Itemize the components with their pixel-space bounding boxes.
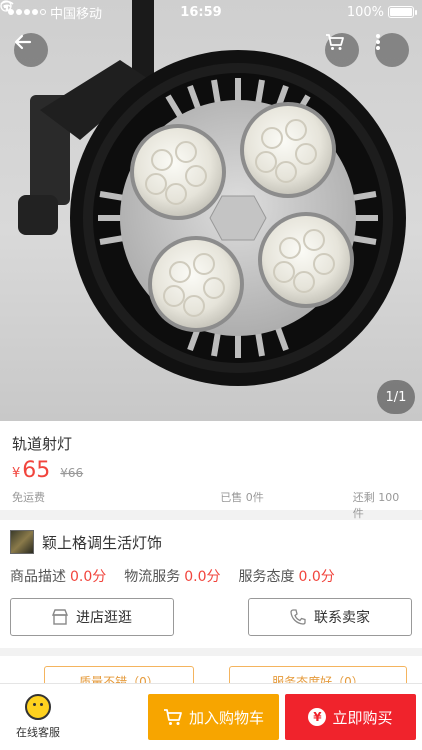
more-button[interactable]: [375, 33, 409, 67]
current-price: ¥65: [12, 458, 50, 483]
shop-section: 颖上格调生活灯饰 商品描述 0.0分 物流服务 0.0分 服务态度 0.0分 进店逛逛…: [0, 520, 422, 648]
product-title: 轨道射灯: [12, 435, 73, 453]
cart-icon: [326, 34, 344, 50]
buy-now-button[interactable]: ¥ 立即购买: [285, 694, 416, 740]
product-meta: 免运费 已售 0件 还剩 100件: [12, 489, 410, 521]
buy-now-label: 立即购买: [332, 708, 393, 727]
product-image[interactable]: 中国移动 16:59 100% 1/1: [0, 0, 422, 421]
price-value: 65: [22, 458, 51, 483]
back-button[interactable]: [14, 33, 48, 67]
status-bar: 中国移动 16:59 100%: [0, 0, 422, 24]
shop-scores: 商品描述 0.0分 物流服务 0.0分 服务态度 0.0分: [10, 566, 412, 586]
contact-seller-label: 联系卖家: [314, 610, 370, 626]
shipping-label: 免运费: [12, 491, 45, 504]
contact-seller-button[interactable]: 联系卖家: [248, 598, 412, 636]
original-price: ¥66: [60, 466, 84, 480]
score-value: 0.0分: [184, 569, 221, 585]
score-service: 服务态度 0.0分: [239, 566, 335, 586]
shop-name: 颖上格调生活灯饰: [42, 533, 163, 552]
shop-buttons: 进店逛逛 联系卖家: [10, 598, 412, 636]
bottom-action-bar: 在线客服 加入购物车 ¥ 立即购买: [0, 683, 422, 750]
phone-icon: [290, 609, 306, 625]
add-to-cart-label: 加入购物车: [188, 708, 264, 727]
battery-icon: [388, 6, 417, 18]
shop-header[interactable]: 颖上格调生活灯饰: [10, 530, 412, 554]
score-description: 商品描述 0.0分: [10, 566, 106, 586]
stock-count: 还剩 100件: [352, 491, 400, 520]
yen-icon: ¥: [308, 708, 327, 726]
shop-avatar: [10, 530, 34, 554]
more-vertical-icon: [376, 34, 380, 50]
cart-icon: [163, 709, 182, 725]
carrier-label: 中国移动: [50, 6, 103, 22]
visit-shop-button[interactable]: 进店逛逛: [10, 598, 174, 636]
customer-service-button[interactable]: 在线客服: [8, 694, 68, 740]
product-info: 轨道射灯 ¥65 ¥66 免运费 已售 0件 还剩 100件: [0, 421, 422, 520]
score-value: 0.0分: [70, 569, 107, 585]
visit-shop-label: 进店逛逛: [76, 610, 132, 626]
add-to-cart-button[interactable]: 加入购物车: [148, 694, 279, 740]
store-icon: [52, 609, 68, 625]
currency-symbol: ¥: [12, 466, 21, 481]
score-logistics: 物流服务 0.0分: [124, 566, 220, 586]
clock: 16:59: [180, 4, 222, 20]
score-label: 服务态度: [238, 569, 295, 585]
score-label: 商品描述: [10, 569, 66, 585]
back-arrow-icon: [14, 34, 32, 50]
battery-percent: 100%: [346, 4, 384, 20]
score-value: 0.0分: [298, 569, 335, 585]
customer-service-label: 在线客服: [16, 726, 60, 739]
track-spotlight-illustration: [18, 0, 406, 386]
score-label: 物流服务: [124, 569, 181, 585]
sold-count: 已售 0件: [220, 491, 264, 504]
customer-service-icon: [25, 694, 51, 720]
image-pager: 1/1: [377, 380, 415, 414]
price-row: ¥65 ¥66: [12, 458, 410, 483]
cart-button[interactable]: [325, 33, 359, 67]
